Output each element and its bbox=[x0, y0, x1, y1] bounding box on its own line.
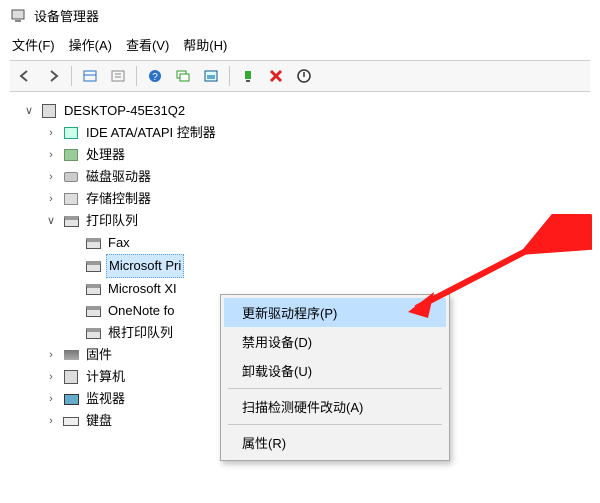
tree-item-label: Microsoft XI bbox=[106, 278, 179, 300]
printer-icon bbox=[84, 325, 102, 341]
menu-disable-device[interactable]: 禁用设备(D) bbox=[224, 327, 446, 356]
printer-icon bbox=[62, 213, 80, 229]
collapse-icon[interactable]: ∨ bbox=[44, 210, 58, 232]
menu-separator bbox=[228, 388, 442, 389]
tree-item-label: 处理器 bbox=[84, 144, 127, 166]
expand-icon[interactable]: › bbox=[44, 388, 58, 410]
expand-icon[interactable]: › bbox=[44, 144, 58, 166]
tree-item-label: 监视器 bbox=[84, 388, 127, 410]
update-button[interactable] bbox=[235, 64, 261, 88]
help-button[interactable]: ? bbox=[142, 64, 168, 88]
tree-item-label: 计算机 bbox=[84, 366, 127, 388]
firmware-icon bbox=[62, 347, 80, 363]
tree-item-ide[interactable]: › IDE ATA/ATAPI 控制器 bbox=[44, 122, 590, 144]
tree-root[interactable]: ∨ DESKTOP-45E31Q2 bbox=[22, 100, 590, 122]
expand-icon[interactable]: › bbox=[44, 410, 58, 432]
toolbar: ? bbox=[10, 60, 590, 92]
app-icon bbox=[10, 7, 28, 25]
svg-text:?: ? bbox=[152, 72, 158, 83]
tree-item-label: Microsoft Pri bbox=[106, 254, 184, 278]
tree-item-disk[interactable]: › 磁盘驱动器 bbox=[44, 166, 590, 188]
toolbar-separator bbox=[229, 66, 230, 86]
computer-icon bbox=[40, 103, 58, 119]
computer-icon bbox=[62, 369, 80, 385]
menu-separator bbox=[228, 424, 442, 425]
uninstall-button[interactable] bbox=[263, 64, 289, 88]
tree-root-label: DESKTOP-45E31Q2 bbox=[62, 100, 187, 122]
printer-icon bbox=[84, 258, 102, 274]
title-bar: 设备管理器 bbox=[10, 6, 590, 25]
expand-icon[interactable]: › bbox=[44, 344, 58, 366]
back-button[interactable] bbox=[12, 64, 38, 88]
tree-item-cpu[interactable]: › 处理器 bbox=[44, 144, 590, 166]
printer-icon bbox=[84, 303, 102, 319]
disable-button[interactable] bbox=[291, 64, 317, 88]
monitor-icon bbox=[62, 391, 80, 407]
expand-icon[interactable]: › bbox=[44, 122, 58, 144]
menu-view[interactable]: 查看(V) bbox=[126, 35, 169, 54]
tree-item-storage[interactable]: › 存储控制器 bbox=[44, 188, 590, 210]
menu-uninstall-device[interactable]: 卸载设备(U) bbox=[224, 356, 446, 385]
tree-item-label: Fax bbox=[106, 232, 132, 254]
storage-icon bbox=[62, 191, 80, 207]
view-button[interactable] bbox=[77, 64, 103, 88]
menu-help[interactable]: 帮助(H) bbox=[183, 35, 227, 54]
expand-icon[interactable]: › bbox=[44, 366, 58, 388]
menu-bar: 文件(F) 操作(A) 查看(V) 帮助(H) bbox=[10, 33, 590, 60]
context-menu: 更新驱动程序(P) 禁用设备(D) 卸载设备(U) 扫描检测硬件改动(A) 属性… bbox=[220, 294, 450, 461]
disk-icon bbox=[62, 169, 80, 185]
tree-item-label: 磁盘驱动器 bbox=[84, 166, 153, 188]
toolbar-separator bbox=[71, 66, 72, 86]
window-title: 设备管理器 bbox=[34, 6, 99, 25]
tree-item-label: 存储控制器 bbox=[84, 188, 153, 210]
tree-item-printer-msprint[interactable]: Microsoft Pri bbox=[66, 254, 590, 278]
tree-item-label: 键盘 bbox=[84, 410, 114, 432]
printer-icon bbox=[84, 235, 102, 251]
forward-button[interactable] bbox=[40, 64, 66, 88]
show-all-button[interactable] bbox=[198, 64, 224, 88]
chip-icon bbox=[62, 147, 80, 163]
tree-item-printqueue[interactable]: ∨ 打印队列 bbox=[44, 210, 590, 232]
expand-icon[interactable]: › bbox=[44, 166, 58, 188]
tree-item-label: IDE ATA/ATAPI 控制器 bbox=[84, 122, 218, 144]
cascade-button[interactable] bbox=[170, 64, 196, 88]
menu-properties[interactable]: 属性(R) bbox=[224, 428, 446, 457]
tree-item-label: OneNote fo bbox=[106, 300, 177, 322]
properties-button[interactable] bbox=[105, 64, 131, 88]
menu-scan-hardware[interactable]: 扫描检测硬件改动(A) bbox=[224, 392, 446, 421]
collapse-icon[interactable]: ∨ bbox=[22, 100, 36, 122]
tree-item-label: 固件 bbox=[84, 344, 114, 366]
tree-item-label: 打印队列 bbox=[84, 210, 140, 232]
menu-file[interactable]: 文件(F) bbox=[12, 35, 55, 54]
tree-item-printer-fax[interactable]: Fax bbox=[66, 232, 590, 254]
controller-icon bbox=[62, 125, 80, 141]
menu-action[interactable]: 操作(A) bbox=[69, 35, 112, 54]
tree-item-label: 根打印队列 bbox=[106, 322, 175, 344]
toolbar-separator bbox=[136, 66, 137, 86]
keyboard-icon bbox=[62, 413, 80, 429]
printer-icon bbox=[84, 281, 102, 297]
menu-update-driver[interactable]: 更新驱动程序(P) bbox=[224, 298, 446, 327]
expand-icon[interactable]: › bbox=[44, 188, 58, 210]
